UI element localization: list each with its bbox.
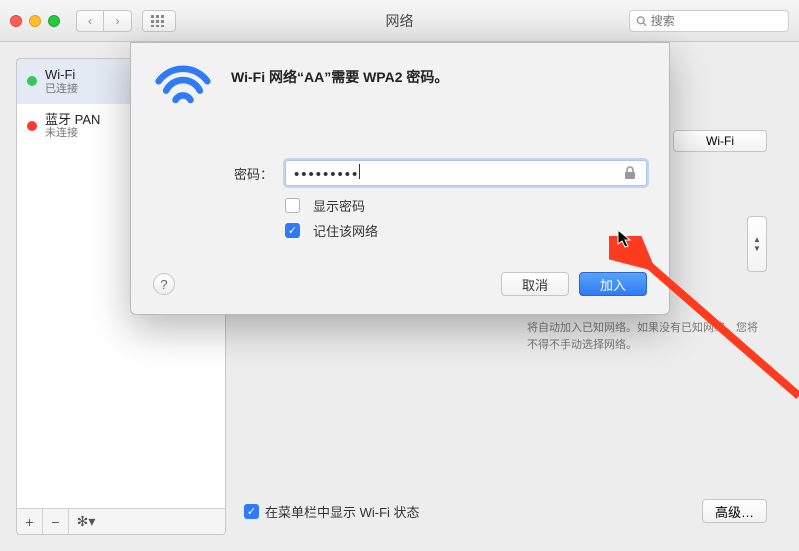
advanced-button[interactable]: 高级… <box>702 499 767 523</box>
password-label: 密码： <box>217 164 273 183</box>
network-select-stepper[interactable]: ▲▼ <box>747 216 767 272</box>
status-dot-icon <box>27 121 37 131</box>
window-titlebar: ‹ › 网络 <box>0 0 799 42</box>
cancel-button[interactable]: 取消 <box>501 272 569 296</box>
sidebar-item-status: 未连接 <box>45 127 100 140</box>
close-window-button[interactable] <box>10 15 22 27</box>
back-button[interactable]: ‹ <box>76 10 104 32</box>
search-field-wrap[interactable] <box>629 10 789 32</box>
zoom-window-button[interactable] <box>48 15 60 27</box>
bottom-bar: 在菜单栏中显示 Wi-Fi 状态 高级… <box>244 499 767 523</box>
search-icon <box>636 15 647 27</box>
sidebar-footer: + − ✻▾ <box>17 508 225 534</box>
window-traffic-lights <box>10 15 60 27</box>
remember-network-checkbox[interactable] <box>285 223 300 238</box>
show-all-prefs-button[interactable] <box>142 10 176 32</box>
auto-join-help-text: 将自动加入已知网络。如果没有已知网络，您将不得不手动选择网络。 <box>527 320 767 353</box>
status-dot-icon <box>27 76 37 86</box>
show-password-label: 显示密码 <box>313 196 365 215</box>
add-service-button[interactable]: + <box>17 509 43 534</box>
wifi-password-dialog: Wi-Fi 网络“AA”需要 WPA2 密码。 密码： ••••••••• 显示… <box>130 42 670 315</box>
wifi-toggle-button[interactable]: Wi-Fi <box>673 130 767 152</box>
wifi-icon <box>153 61 213 114</box>
sidebar-item-name: 蓝牙 PAN <box>45 112 100 128</box>
show-wifi-menubar-label: 在菜单栏中显示 Wi-Fi 状态 <box>265 502 420 521</box>
lock-icon <box>622 165 638 181</box>
nav-buttons: ‹ › <box>76 10 132 32</box>
search-input[interactable] <box>651 14 782 28</box>
sidebar-item-name: Wi-Fi <box>45 67 78 83</box>
minimize-window-button[interactable] <box>29 15 41 27</box>
password-input[interactable]: ••••••••• <box>285 160 647 186</box>
remove-service-button[interactable]: − <box>43 509 69 534</box>
remember-network-label: 记住该网络 <box>313 221 378 240</box>
help-button[interactable]: ? <box>153 273 175 295</box>
dialog-title: Wi-Fi 网络“AA”需要 WPA2 密码。 <box>231 67 448 87</box>
password-value: ••••••••• <box>294 166 359 183</box>
show-password-checkbox[interactable] <box>285 198 300 213</box>
sidebar-item-status: 已连接 <box>45 83 78 96</box>
forward-button[interactable]: › <box>104 10 132 32</box>
show-wifi-menubar-checkbox[interactable] <box>244 504 259 519</box>
service-actions-button[interactable]: ✻▾ <box>69 509 103 534</box>
join-button[interactable]: 加入 <box>579 272 647 296</box>
